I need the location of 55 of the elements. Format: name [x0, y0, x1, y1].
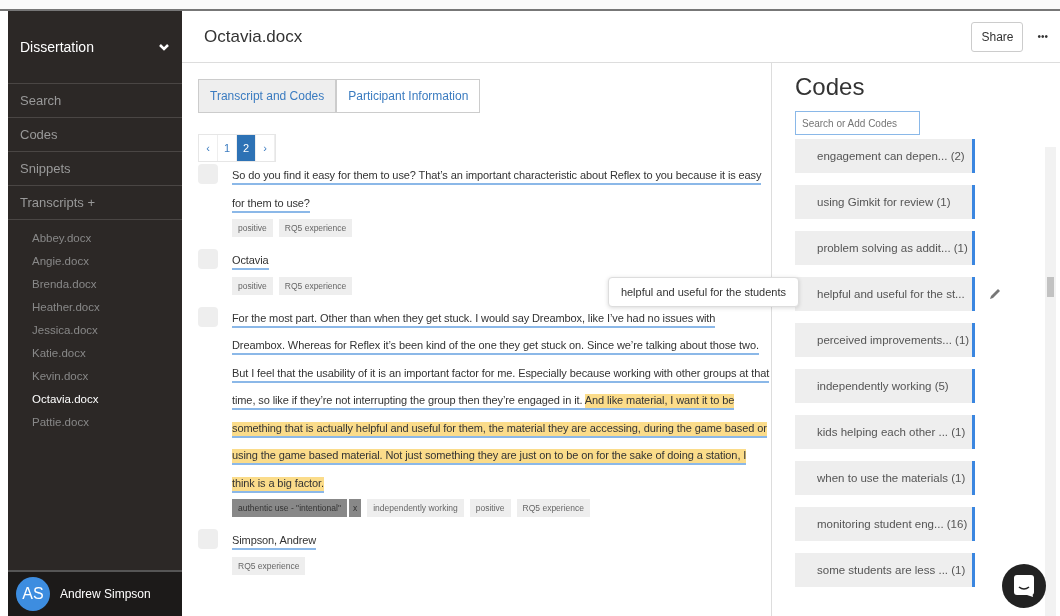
user-name: Andrew Simpson	[60, 587, 151, 601]
document-title: Octavia.docx	[204, 26, 304, 47]
more-button[interactable]: •••	[1037, 31, 1048, 42]
transcript-item[interactable]: Brenda.docx	[8, 272, 182, 295]
transcript-item[interactable]: Pattie.docx	[8, 410, 182, 433]
chat-button[interactable]	[1002, 564, 1046, 608]
transcript-paragraph: Simpson, Andrew	[232, 527, 771, 555]
page-button[interactable]: ›	[256, 135, 275, 161]
code-item[interactable]: when to use the materials (1)	[795, 461, 975, 495]
transcript-paragraph: So do you find it easy for them to use? That’s an important characteristic about Reflex to you because it is easy for them to use?	[232, 162, 771, 217]
tooltip: helpful and useful for the students	[607, 277, 799, 307]
codes-heading: Codes	[795, 73, 866, 101]
transcript-item[interactable]: Abbey.docx	[8, 226, 182, 249]
code-tag[interactable]: RQ5 experience	[278, 219, 353, 237]
sidebar-item[interactable]: Snippets	[8, 151, 182, 185]
code-item[interactable]: kids helping each other ... (1)	[795, 415, 975, 449]
code-item[interactable]: independently working (5)	[795, 369, 975, 403]
tab[interactable]: Transcript and Codes	[198, 79, 337, 113]
page-button[interactable]: 2	[237, 135, 256, 161]
project-dropdown[interactable]: Dissertation	[8, 11, 182, 83]
tab[interactable]: Participant Information	[336, 79, 481, 113]
code-tag[interactable]: RQ5 experience	[232, 556, 306, 575]
transcript-item[interactable]: Octavia.docx	[8, 387, 182, 410]
sidebar-item[interactable]: Search	[8, 83, 182, 117]
search-field[interactable]: Search or Add Codes	[795, 111, 920, 135]
share-button[interactable]: Share	[971, 21, 1024, 52]
code-tag[interactable]: authentic use - "intentional"	[232, 499, 347, 517]
code-item[interactable]: monitoring student eng... (16)	[795, 507, 975, 541]
code-tag[interactable]: RQ5 experience	[516, 499, 590, 517]
remove-tag-button[interactable]: x	[348, 499, 362, 517]
pencil-icon[interactable]	[989, 288, 1001, 300]
code-item[interactable]: helpful and useful for the st...	[795, 277, 975, 311]
code-item[interactable]: perceived improvements... (1)	[795, 323, 975, 357]
code-tag[interactable]: positive	[232, 219, 273, 237]
code-tag[interactable]: RQ5 experience	[278, 276, 353, 295]
scrollbar[interactable]	[1045, 147, 1056, 616]
code-item[interactable]: engagement can depen... (2)	[795, 139, 975, 173]
transcript-item[interactable]: Katie.docx	[8, 341, 182, 364]
chevron-down-icon	[158, 42, 170, 52]
transcript-item[interactable]: Angie.docx	[8, 249, 182, 272]
sidebar-item[interactable]: Codes	[8, 117, 182, 151]
code-item[interactable]: using Gimkit for review (1)	[795, 185, 975, 219]
transcript-paragraph: Octavia	[232, 247, 771, 275]
avatar[interactable]: AS	[16, 577, 50, 611]
code-tag[interactable]: independently working	[367, 499, 464, 517]
page-button[interactable]: ‹	[199, 135, 218, 161]
transcript-item[interactable]: Kevin.docx	[8, 364, 182, 387]
transcript-item[interactable]: Heather.docx	[8, 295, 182, 318]
code-tag[interactable]: positive	[469, 499, 511, 517]
chat-icon	[1013, 574, 1035, 598]
code-tag[interactable]: positive	[232, 276, 273, 295]
transcript-item[interactable]: Jessica.docx	[8, 318, 182, 341]
sidebar-item[interactable]: Transcripts +	[8, 185, 182, 219]
code-item[interactable]: some students are less ... (1)	[795, 553, 975, 587]
code-item[interactable]: problem solving as addit... (1)	[795, 231, 975, 265]
